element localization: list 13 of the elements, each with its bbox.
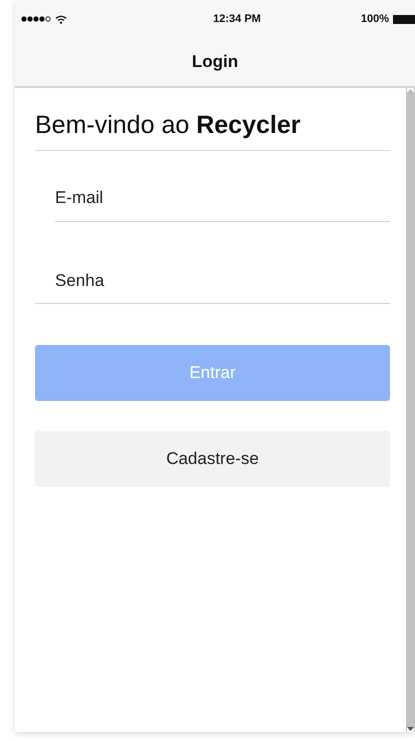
input-field[interactable]: Senha	[35, 222, 390, 304]
nav-title: Login	[192, 51, 238, 74]
signup-button[interactable]: Cadastre-se	[35, 431, 390, 487]
welcome-heading: Bem-vindo ao Recycler	[35, 110, 390, 151]
signal-icon	[21, 16, 51, 22]
battery-percentage: 100%	[360, 12, 389, 27]
input-field[interactable]: E-mail	[55, 151, 390, 222]
scrollbar[interactable]	[406, 88, 415, 732]
status-time: 12:34 PM	[212, 12, 262, 27]
scroll-up-icon[interactable]	[407, 88, 414, 93]
scroll-down-icon[interactable]	[407, 727, 414, 732]
battery-icon	[393, 14, 415, 24]
wifi-icon	[55, 14, 67, 24]
